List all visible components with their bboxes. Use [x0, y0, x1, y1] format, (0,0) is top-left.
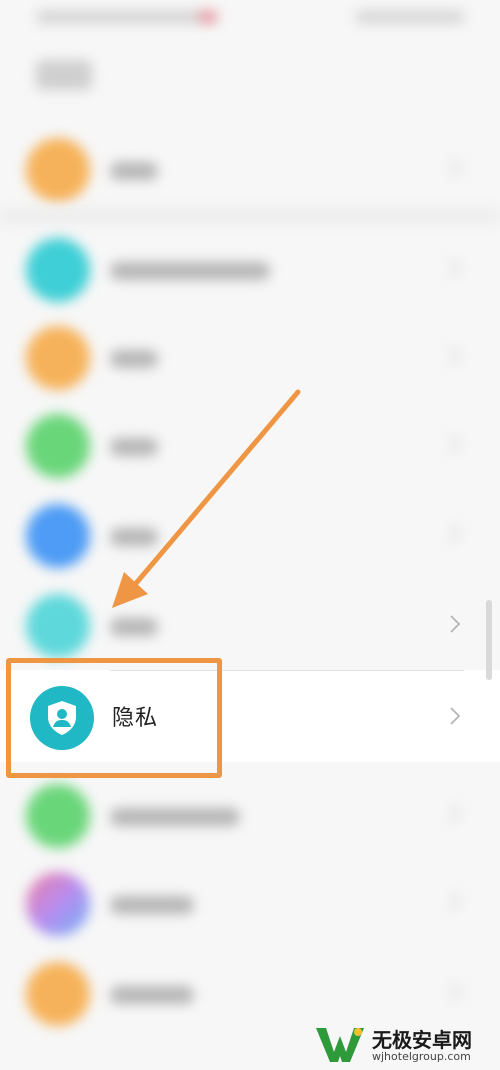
watermark-logo-icon: [316, 1028, 364, 1062]
watermark: 无极安卓网 wjhotelgroup.com: [312, 1022, 497, 1066]
pointer-arrow: [112, 389, 301, 608]
watermark-title: 无极安卓网: [372, 1028, 472, 1052]
watermark-url: wjhotelgroup.com: [372, 1050, 471, 1063]
